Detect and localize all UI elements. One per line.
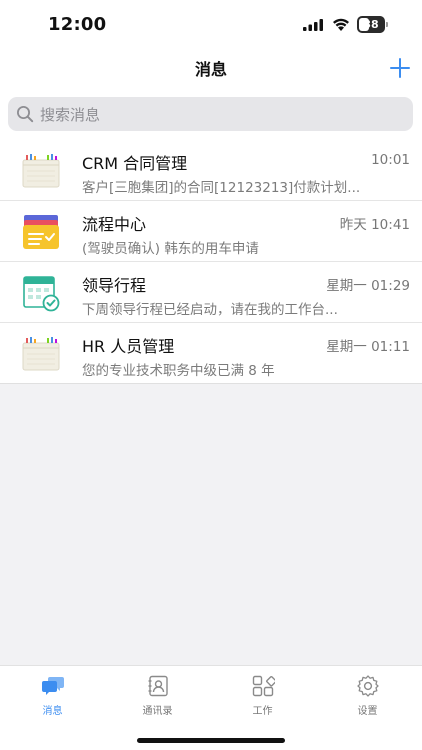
search-icon (17, 106, 34, 123)
workflow-folder-icon (23, 215, 59, 249)
page-title: 消息 (194, 60, 227, 79)
list-item-crm[interactable]: CRM 合同管理 10:01 客户[三胞集团]的合同[12123213]付款计划… (0, 140, 422, 201)
calendar-check-icon (23, 276, 60, 312)
battery-indicator: 38 (357, 16, 389, 33)
message-time: 昨天 10:41 (339, 217, 410, 233)
message-preview: (驾驶员确认) 韩东的用车申请 (82, 241, 259, 257)
battery-cap (386, 22, 388, 27)
tab-label: 通讯录 (142, 706, 173, 717)
tab-settings[interactable]: 设置 (315, 666, 420, 722)
tab-label: 消息 (42, 706, 63, 717)
tab-contacts[interactable]: 通讯录 (105, 666, 210, 722)
search-area: 搜索消息 (0, 88, 422, 140)
message-title: 流程中心 (82, 215, 147, 234)
message-title: CRM 合同管理 (82, 154, 188, 173)
crm-folder-icon (22, 154, 60, 188)
message-preview: 下周领导行程已经启动，请在我的工作台... (82, 302, 338, 318)
search-input[interactable]: 搜索消息 (8, 97, 413, 131)
list-item-hr[interactable]: HR 人员管理 星期一 01:11 您的专业技术职务中级已满 8 年 (0, 323, 422, 384)
tab-work[interactable]: 工作 (210, 666, 315, 722)
tab-label: 设置 (357, 706, 378, 717)
list-item-workflow[interactable]: 流程中心 昨天 10:41 (驾驶员确认) 韩东的用车申请 (0, 201, 422, 262)
tab-bar: 消息 通讯录 工作 设置 (0, 665, 422, 750)
hr-folder-icon (22, 337, 60, 371)
list-item-leader-schedule[interactable]: 领导行程 星期一 01:29 下周领导行程已经启动，请在我的工作台... (0, 262, 422, 323)
contacts-icon (148, 675, 168, 697)
message-title: HR 人员管理 (82, 337, 175, 356)
message-time: 星期一 01:29 (326, 278, 410, 294)
chat-bubbles-icon (42, 677, 64, 695)
tab-label: 工作 (252, 706, 273, 717)
message-time: 星期一 01:11 (326, 339, 410, 355)
tab-messages[interactable]: 消息 (0, 666, 105, 722)
message-time: 10:01 (371, 152, 410, 168)
wifi-icon (333, 18, 349, 31)
battery-level: 38 (363, 18, 379, 31)
status-time: 12:00 (48, 14, 107, 35)
message-title: 领导行程 (82, 276, 147, 295)
message-list: CRM 合同管理 10:01 客户[三胞集团]的合同[12123213]付款计划… (0, 140, 422, 384)
app-screen: 12:00 38 消息 搜索消息 CRM 合同管理 10:01 客户[三胞集团]… (0, 0, 422, 750)
message-preview: 客户[三胞集团]的合同[12123213]付款计划... (82, 180, 361, 196)
plus-icon[interactable] (390, 58, 410, 78)
apps-grid-icon (252, 675, 275, 697)
nav-bar: 消息 (0, 48, 422, 88)
search-placeholder: 搜索消息 (40, 106, 101, 124)
home-indicator[interactable] (137, 738, 285, 743)
status-bar: 12:00 38 (0, 0, 422, 48)
message-preview: 您的专业技术职务中级已满 8 年 (82, 363, 275, 379)
gear-icon (357, 675, 379, 697)
signal-icon (303, 19, 323, 31)
